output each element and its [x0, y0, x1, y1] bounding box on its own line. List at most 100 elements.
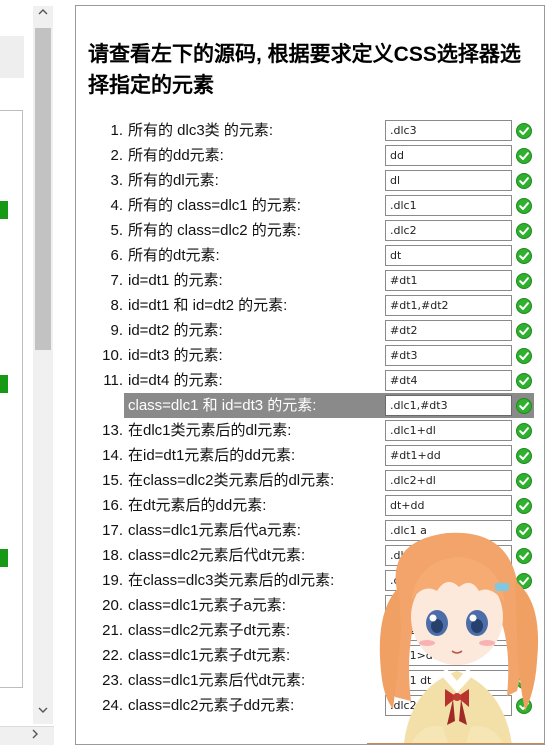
check-circle-icon: [516, 323, 532, 339]
question-text: id=dt3 的元素:: [128, 347, 223, 364]
question-number: 18.: [102, 547, 123, 564]
question-row: 5. 所有的 class=dlc2 的元素: .dlc2: [76, 218, 544, 243]
answer-input[interactable]: .dlc2+dl: [385, 470, 512, 491]
question-row: 20. class=dlc1元素子a元素: .dlc1>a: [76, 593, 544, 618]
check-circle-icon: [516, 198, 532, 214]
question-text: id=dt1 和 id=dt2 的元素:: [128, 297, 288, 314]
question-list: 1. 所有的 dlc3类 的元素: .dlc3 2. 所有的dd元素: dd 3. 所有的dl…: [76, 118, 544, 718]
check-circle-icon: [516, 373, 532, 389]
question-text: 所有的dd元素:: [128, 147, 224, 164]
check-circle-icon: [516, 298, 532, 314]
answer-input[interactable]: #dt1+dd: [385, 445, 512, 466]
check-circle-icon: [516, 348, 532, 364]
check-circle-icon: [516, 673, 532, 689]
answer-input[interactable]: #dt1: [385, 270, 512, 291]
question-number: 17.: [102, 522, 123, 539]
question-row: 2. 所有的dd元素: dd: [76, 143, 544, 168]
answer-input[interactable]: .dlc1>a: [385, 595, 512, 616]
question-row: 13. 在dlc1类元素后的dl元素: .dlc1+dl: [76, 418, 544, 443]
answer-input[interactable]: .dlc2 dt: [385, 545, 512, 566]
check-circle-icon: [516, 123, 532, 139]
answer-input[interactable]: #dt1,#dt2: [385, 295, 512, 316]
exercise-panel: 请查看左下的源码, 根据要求定义CSS选择器选择指定的元素 1. 所有的 dlc3…: [75, 5, 545, 745]
question-text: 所有的 class=dlc1 的元素:: [128, 197, 301, 214]
answer-input[interactable]: #dt2: [385, 320, 512, 341]
check-circle-icon: [516, 273, 532, 289]
answer-input[interactable]: .dlc1: [385, 195, 512, 216]
answer-input[interactable]: .dlc2>dt: [385, 620, 512, 641]
answer-input[interactable]: .dlc1+dl: [385, 420, 512, 441]
answer-input[interactable]: .dlc1>dt: [385, 645, 512, 666]
question-number: 14.: [102, 447, 123, 464]
question-row: 16. 在dt元素后的dd元素: dt+dd: [76, 493, 544, 518]
check-circle-icon: [516, 623, 532, 639]
question-number: 3.: [110, 172, 123, 189]
check-circle-icon: [516, 573, 532, 589]
answer-input[interactable]: dt+dd: [385, 495, 512, 516]
answer-input[interactable]: .dlc2>dd: [385, 695, 512, 716]
question-row: class=dlc1 和 id=dt3 的元素: .dlc1,#dt3: [76, 393, 544, 418]
vertical-scrollbar[interactable]: [33, 6, 53, 724]
answer-input[interactable]: .dlc3: [385, 120, 512, 141]
answer-input[interactable]: dd: [385, 145, 512, 166]
check-circle-icon: [516, 648, 532, 664]
question-text: class=dlc2元素子dt元素:: [128, 622, 291, 639]
question-number: 8.: [110, 297, 123, 314]
check-circle-icon: [516, 248, 532, 264]
answer-input[interactable]: dl: [385, 170, 512, 191]
question-row: 14. 在id=dt1元素后的dd元素: #dt1+dd: [76, 443, 544, 468]
check-circle-icon: [516, 598, 532, 614]
question-text: 在id=dt1元素后的dd元素:: [128, 447, 296, 464]
scrollbar-thumb[interactable]: [35, 28, 51, 350]
question-number: 7.: [110, 272, 123, 289]
question-row: 1. 所有的 dlc3类 的元素: .dlc3: [76, 118, 544, 143]
check-circle-icon: [516, 398, 532, 414]
question-row: 17. class=dlc1元素后代a元素: .dlc1 a: [76, 518, 544, 543]
question-number: 21.: [102, 622, 123, 639]
question-text: class=dlc1元素子dt元素:: [128, 647, 291, 664]
answer-input[interactable]: .dlc1 dt: [385, 670, 512, 691]
answer-input[interactable]: dt: [385, 245, 512, 266]
question-text: 所有的 dlc3类 的元素:: [128, 122, 274, 139]
question-text: class=dlc1元素后代a元素:: [128, 522, 301, 539]
check-circle-icon: [516, 423, 532, 439]
question-row: 24. class=dlc2元素子dd元素: .dlc2>dd: [76, 693, 544, 718]
question-text: class=dlc2元素后代dt元素:: [128, 547, 306, 564]
question-number: 23.: [102, 672, 123, 689]
answer-input[interactable]: .dlc2: [385, 220, 512, 241]
source-header-bar: [0, 36, 24, 78]
question-number: 22.: [102, 647, 123, 664]
code-marker: [0, 549, 8, 567]
chevron-down-icon[interactable]: [33, 704, 53, 722]
check-circle-icon: [516, 698, 532, 714]
code-marker: [0, 201, 8, 219]
question-text: id=dt4 的元素:: [128, 372, 223, 389]
question-text: class=dlc2元素子dd元素:: [128, 697, 295, 714]
question-text: 所有的 class=dlc2 的元素:: [128, 222, 301, 239]
check-circle-icon: [516, 223, 532, 239]
chevron-right-icon[interactable]: [30, 727, 40, 745]
answer-input[interactable]: .dlc3+dl: [385, 570, 512, 591]
answer-input[interactable]: #dt4: [385, 370, 512, 391]
question-text: 在class=dlc2类元素后的dl元素:: [128, 472, 335, 489]
question-text: class=dlc1 和 id=dt3 的元素:: [128, 397, 317, 414]
question-row: 3. 所有的dl元素: dl: [76, 168, 544, 193]
question-number: 20.: [102, 597, 123, 614]
question-text: class=dlc1元素后代dt元素:: [128, 672, 306, 689]
check-circle-icon: [516, 498, 532, 514]
answer-input[interactable]: #dt3: [385, 345, 512, 366]
question-text: 在dt元素后的dd元素:: [128, 497, 267, 514]
question-number: 9.: [110, 322, 123, 339]
answer-input[interactable]: .dlc1,#dt3: [385, 395, 512, 416]
question-text: 在class=dlc3类元素后的dl元素:: [128, 572, 335, 589]
check-circle-icon: [516, 148, 532, 164]
source-code-frame: [0, 110, 23, 688]
question-number: 24.: [102, 697, 123, 714]
page-title: 请查看左下的源码, 根据要求定义CSS选择器选择指定的元素: [88, 43, 521, 97]
chevron-up-icon[interactable]: [33, 6, 53, 24]
answer-input[interactable]: .dlc1 a: [385, 520, 512, 541]
check-circle-icon: [516, 523, 532, 539]
question-number: 6.: [110, 247, 123, 264]
question-number: 15.: [102, 472, 123, 489]
horizontal-scrollbar[interactable]: [0, 726, 54, 745]
